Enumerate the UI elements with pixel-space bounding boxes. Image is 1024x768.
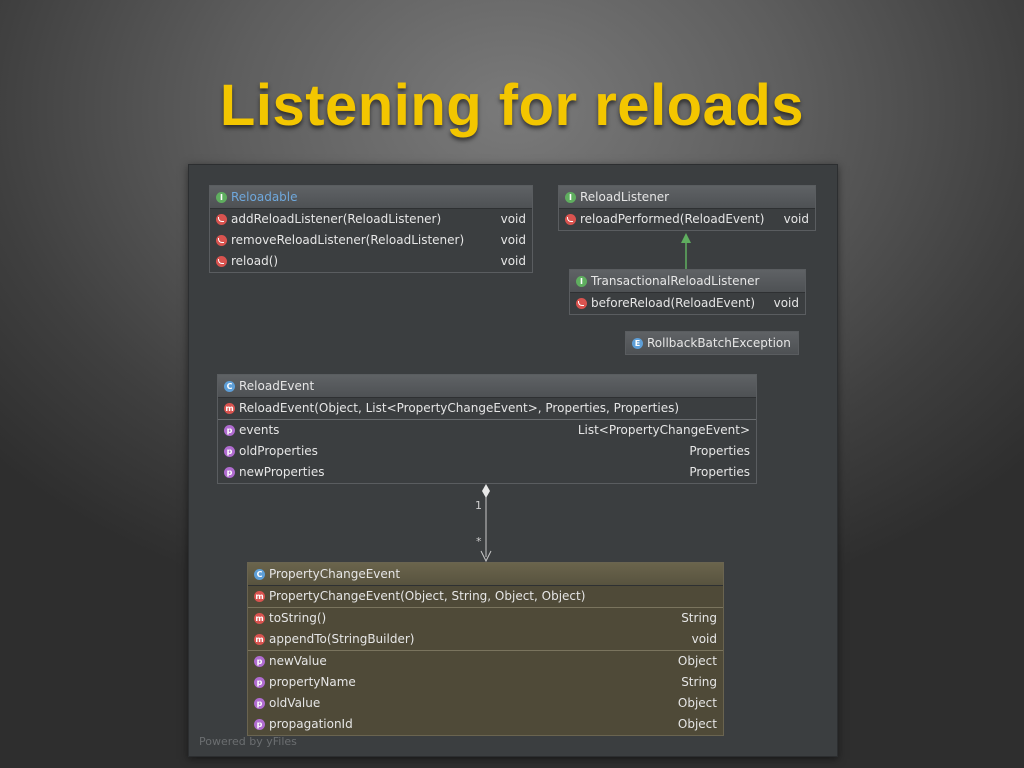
exception-class-icon: E (632, 337, 643, 349)
class-name: PropertyChangeEvent (269, 567, 401, 581)
uml-interface-transactional-reload-listener[interactable]: I TransactionalReloadListener beforeRelo… (569, 269, 806, 315)
uml-header: E RollbackBatchException (626, 332, 798, 354)
uml-header: C PropertyChangeEvent (248, 563, 723, 586)
property-icon: p (254, 656, 265, 667)
class-icon: C (224, 380, 235, 392)
property-row: p oldValue Object (248, 693, 723, 714)
method-row: reload() void (210, 251, 532, 272)
method-icon: m (254, 613, 265, 624)
property-row: p newProperties Properties (218, 462, 756, 483)
method-icon: m (224, 403, 235, 414)
property-icon: p (254, 677, 265, 688)
property-icon: p (224, 446, 235, 457)
property-icon: p (254, 719, 265, 730)
method-row: removeReloadListener(ReloadListener) voi… (210, 230, 532, 251)
class-icon: C (254, 568, 265, 580)
aggregation-diamond (482, 484, 490, 498)
uml-interface-reloadable[interactable]: I Reloadable addReloadListener(ReloadLis… (209, 185, 533, 273)
constructor-row: m ReloadEvent(Object, List<PropertyChang… (224, 401, 680, 415)
method-icon: m (254, 591, 265, 602)
property-row: p propertyName String (248, 672, 723, 693)
interface-name: TransactionalReloadListener (591, 274, 760, 288)
abstract-method-icon (565, 214, 576, 225)
uml-class-rollback-batch-exception[interactable]: E RollbackBatchException (625, 331, 799, 355)
uml-header: C ReloadEvent (218, 375, 756, 398)
method-row: m toString() String (248, 607, 723, 629)
property-row: p events List<PropertyChangeEvent> (218, 419, 756, 441)
slide-title: Listening for reloads (219, 73, 805, 138)
interface-icon: I (576, 275, 587, 287)
property-row: p oldProperties Properties (218, 441, 756, 462)
uml-class-reload-event[interactable]: C ReloadEvent m ReloadEvent(Object, List… (217, 374, 757, 484)
method-row: beforeReload(ReloadEvent) void (570, 293, 805, 314)
abstract-method-icon (216, 256, 227, 267)
uml-header: I TransactionalReloadListener (570, 270, 805, 293)
interface-icon: I (216, 191, 227, 203)
source-multiplicity-label: 1 (475, 499, 482, 512)
abstract-method-icon (576, 298, 587, 309)
uml-interface-reload-listener[interactable]: I ReloadListener reloadPerformed(ReloadE… (558, 185, 816, 231)
property-icon: p (254, 698, 265, 709)
method-row: addReloadListener(ReloadListener) void (210, 209, 532, 230)
uml-diagram: 1 * I Reloadable addReloadListener(Reloa… (188, 164, 838, 757)
constructor-row: m PropertyChangeEvent(Object, String, Ob… (254, 589, 586, 603)
property-row: p propagationId Object (248, 714, 723, 735)
property-row: p newValue Object (248, 650, 723, 672)
property-icon: p (224, 425, 235, 436)
inheritance-arrowhead (681, 233, 691, 243)
watermark: Powered by yFiles (199, 735, 297, 748)
uml-header: I Reloadable (210, 186, 532, 209)
method-icon: m (254, 634, 265, 645)
method-row: reloadPerformed(ReloadEvent) void (559, 209, 815, 230)
interface-icon: I (565, 191, 576, 203)
interface-name: Reloadable (231, 190, 298, 204)
class-name: ReloadEvent (239, 379, 315, 393)
abstract-method-icon (216, 214, 227, 225)
target-multiplicity-label: * (476, 535, 482, 548)
uml-class-property-change-event[interactable]: C PropertyChangeEvent m PropertyChangeEv… (247, 562, 724, 736)
abstract-method-icon (216, 235, 227, 246)
uml-header: I ReloadListener (559, 186, 815, 209)
property-icon: p (224, 467, 235, 478)
class-name: RollbackBatchException (647, 336, 791, 350)
method-row: m appendTo(StringBuilder) void (254, 632, 717, 646)
interface-name: ReloadListener (580, 190, 670, 204)
